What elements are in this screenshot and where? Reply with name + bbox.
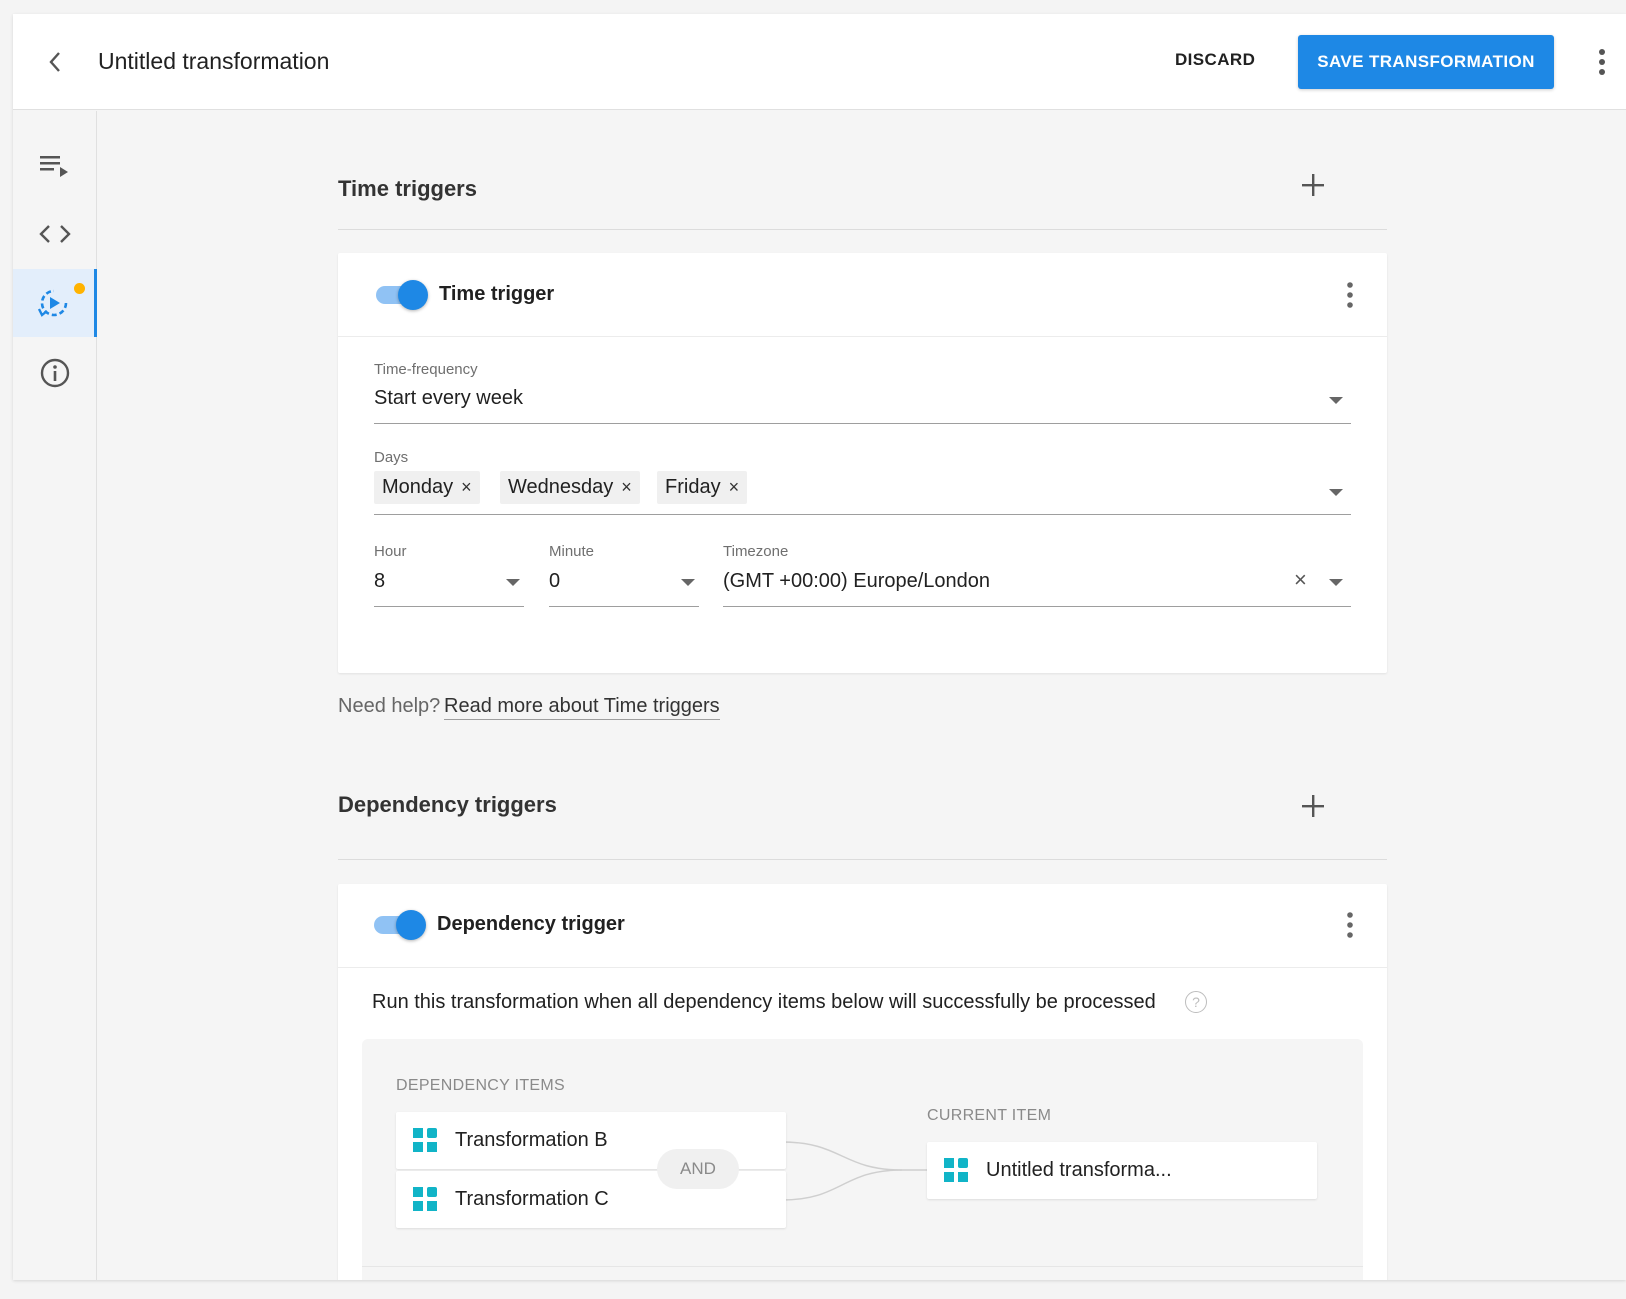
divider [338,859,1387,860]
hour-label: Hour [374,543,407,560]
dependency-items-label: DEPENDENCY ITEMS [396,1077,565,1094]
current-item[interactable]: Untitled transforma... [927,1142,1317,1199]
sidebar-item-info[interactable] [13,339,97,407]
dependency-trigger-card-title: Dependency trigger [437,913,625,935]
time-trigger-toggle[interactable] [374,280,430,310]
chevron-down-icon[interactable] [681,579,695,586]
dependency-trigger-more-button[interactable] [1345,910,1355,940]
dependency-triggers-title: Dependency triggers [338,792,557,817]
code-icon [39,225,71,243]
back-button[interactable] [41,48,69,76]
current-item-name: Untitled transforma... [986,1159,1172,1181]
and-operator: AND [657,1149,739,1189]
time-trigger-card-title: Time trigger [439,283,555,305]
time-trigger-card-header: Time trigger [338,253,1387,337]
more-vert-icon [1599,49,1605,75]
notification-badge [74,283,85,294]
dependency-trigger-card: Dependency trigger Run this transformati… [338,884,1387,1280]
hour-select[interactable]: 8 [374,570,484,593]
discard-button[interactable]: DISCARD [1175,50,1255,70]
timezone-select[interactable]: (GMT +00:00) Europe/London [723,570,1263,593]
day-chip-monday[interactable]: Monday × [374,471,480,504]
chevron-down-icon[interactable] [506,579,520,586]
plus-icon [1302,174,1324,196]
dependency-item-name: Transformation B [455,1129,608,1151]
timezone-label: Timezone [723,543,789,560]
remove-chip-icon[interactable]: × [729,477,740,498]
sidebar [13,111,97,1280]
app-window: Untitled transformation DISCARD SAVE TRA… [13,14,1626,1280]
help-circle-icon[interactable]: ? [1185,991,1207,1013]
frequency-label: Time-frequency [374,361,478,378]
more-vert-icon [1347,282,1353,308]
dependency-description: Run this transformation when all depende… [372,991,1156,1013]
more-options-button[interactable] [1597,46,1607,78]
connector-lines [782,1141,932,1201]
remove-chip-icon[interactable]: × [621,477,632,498]
save-transformation-button[interactable]: SAVE TRANSFORMATION [1298,35,1554,89]
dependency-item-name: Transformation C [455,1188,609,1210]
add-dependency-trigger-button[interactable] [1298,791,1328,821]
day-chip-friday[interactable]: Friday × [657,471,748,504]
transformation-icon [413,1187,438,1212]
sidebar-item-code[interactable] [13,200,97,268]
chevron-left-icon [49,52,60,72]
main-content: Time triggers Time trigger Time-frequenc… [98,111,1626,1280]
sidebar-item-steps[interactable] [13,132,97,200]
help-prefix: Need help? [338,695,441,717]
current-item-label: CURRENT ITEM [927,1107,1052,1124]
help-link[interactable]: Read more about Time triggers [444,695,720,720]
time-triggers-title: Time triggers [338,176,477,201]
sidebar-item-triggers[interactable] [13,269,97,337]
frequency-select[interactable]: Start every week [374,387,1274,410]
minute-select[interactable]: 0 [549,570,659,593]
divider [338,229,1387,230]
days-label: Days [374,449,409,466]
clear-icon[interactable]: × [1294,567,1307,593]
time-trigger-more-button[interactable] [1345,280,1355,310]
minute-label: Minute [549,543,595,560]
page-title: Untitled transformation [98,48,330,74]
add-time-trigger-button[interactable] [1298,170,1328,200]
more-vert-icon [1347,912,1353,938]
time-trigger-card: Time trigger Time-frequency Start every … [338,253,1387,673]
plus-icon [1302,795,1324,817]
day-chip-wednesday[interactable]: Wednesday × [500,471,640,504]
top-bar: Untitled transformation DISCARD SAVE TRA… [13,14,1626,110]
chevron-down-icon[interactable] [1329,579,1343,586]
chevron-down-icon[interactable] [1329,489,1343,496]
transformation-icon [413,1128,438,1153]
divider [362,1266,1363,1267]
chevron-down-icon[interactable] [1329,397,1343,404]
dependency-graph-panel: DEPENDENCY ITEMS CURRENT ITEM Transforma… [362,1039,1363,1280]
transformation-icon [944,1158,969,1183]
dependency-trigger-toggle[interactable] [372,910,428,940]
remove-chip-icon[interactable]: × [461,477,472,498]
info-icon [40,358,70,388]
schedule-trigger-icon [37,289,67,317]
playlist-play-icon [40,156,68,177]
dependency-trigger-card-header: Dependency trigger [338,884,1387,968]
